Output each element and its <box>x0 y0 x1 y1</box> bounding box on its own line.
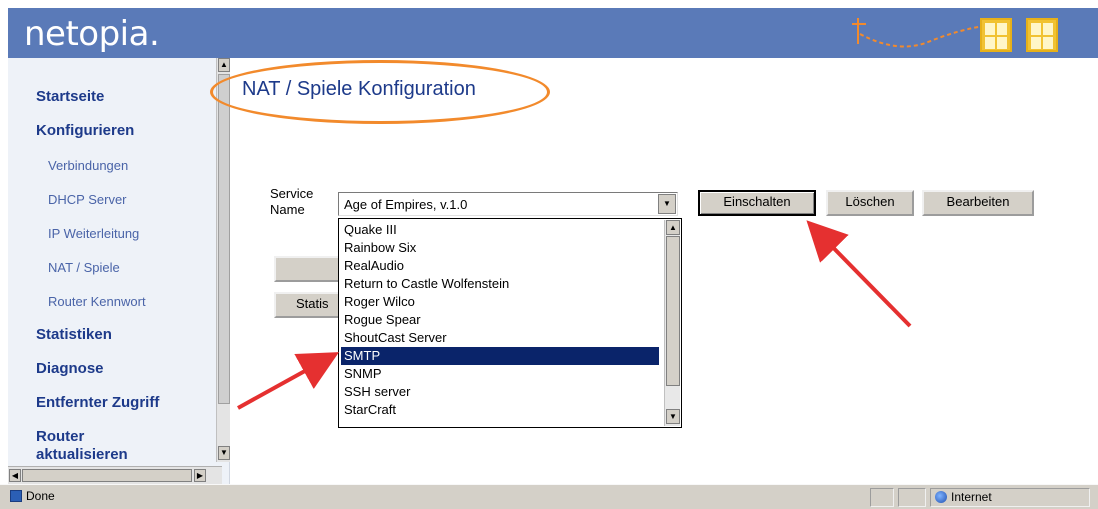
main-content: NAT / Spiele Konfiguration Service Name … <box>210 58 1098 484</box>
scroll-right-icon[interactable]: ▶ <box>194 469 206 482</box>
sidebar-item-konfigurieren[interactable]: Konfigurieren <box>36 122 134 139</box>
page-title: NAT / Spiele Konfiguration <box>242 78 476 100</box>
chevron-down-icon[interactable]: ▼ <box>658 194 676 214</box>
service-options-list[interactable]: Quake III Rainbow Six RealAudio Return t… <box>338 218 682 428</box>
sidebar-item-router-aktualisieren[interactable]: Router aktualisieren <box>36 428 156 464</box>
list-item[interactable]: Roger Wilco <box>341 293 659 311</box>
page-done-icon <box>10 490 22 502</box>
status-bar: Done Internet <box>0 484 1098 509</box>
select-value: Age of Empires, v.1.0 <box>344 197 468 212</box>
delete-button[interactable]: Löschen <box>826 190 914 216</box>
list-item[interactable]: StarCraft <box>341 401 659 419</box>
statistics-button[interactable]: Statis <box>274 292 344 318</box>
list-item[interactable]: RealAudio <box>341 257 659 275</box>
sidebar-item-verbindungen[interactable]: Verbindungen <box>48 158 128 173</box>
enable-button[interactable]: Einschalten <box>698 190 816 216</box>
edit-button[interactable]: Bearbeiten <box>922 190 1034 216</box>
sidebar-vertical-scrollbar[interactable]: ▲ ▼ <box>216 58 230 462</box>
sidebar-horizontal-scrollbar[interactable]: ◀ ▶ <box>8 466 222 484</box>
status-text: Done <box>26 489 55 503</box>
sidebar-item-entfernter-zugriff[interactable]: Entfernter Zugriff <box>36 394 159 411</box>
scroll-left-icon[interactable]: ◀ <box>9 469 21 482</box>
scroll-down-icon[interactable]: ▼ <box>666 409 680 424</box>
sidebar-item-router-kennwort[interactable]: Router Kennwort <box>48 294 146 309</box>
security-zone: Internet <box>930 488 1090 507</box>
list-item[interactable]: SSH server <box>341 383 659 401</box>
hscroll-thumb[interactable] <box>22 469 192 482</box>
list-scroll-thumb[interactable] <box>666 236 680 386</box>
sidebar-item-diagnose[interactable]: Diagnose <box>36 360 104 377</box>
sidebar-item-nat-spiele[interactable]: NAT / Spiele <box>48 260 120 275</box>
decorative-kite-icon <box>852 18 985 48</box>
list-item[interactable]: Rogue Spear <box>341 311 659 329</box>
list-item[interactable]: Return to Castle Wolfenstein <box>341 275 659 293</box>
status-panel <box>898 488 926 507</box>
list-item[interactable]: ShoutCast Server <box>341 329 659 347</box>
header-banner: netopia. <box>8 8 1098 58</box>
scroll-up-icon[interactable]: ▲ <box>218 58 230 72</box>
service-name-select[interactable]: Age of Empires, v.1.0 ▼ <box>338 192 678 216</box>
list-item-selected[interactable]: SMTP <box>341 347 659 365</box>
list-item[interactable]: Quake III <box>341 221 659 239</box>
list-item[interactable]: SNMP <box>341 365 659 383</box>
globe-icon <box>935 491 947 503</box>
service-name-label: Service Name <box>270 186 314 217</box>
zone-label: Internet <box>951 490 992 504</box>
sidebar-item-ip-weiterleitung[interactable]: IP Weiterleitung <box>48 226 139 241</box>
window-logo-icon <box>1026 18 1058 52</box>
list-item[interactable]: Rainbow Six <box>341 239 659 257</box>
scroll-thumb[interactable] <box>218 74 230 404</box>
sidebar-nav: Startseite Konfigurieren Verbindungen DH… <box>8 58 230 484</box>
status-panel <box>870 488 894 507</box>
netopia-logo: netopia. <box>24 14 160 54</box>
sidebar-item-startseite[interactable]: Startseite <box>36 88 104 105</box>
sidebar-item-dhcp-server[interactable]: DHCP Server <box>48 192 127 207</box>
list-scrollbar[interactable]: ▲ ▼ <box>664 220 680 426</box>
browser-window: netopia. Startseite Konfigurieren Verbin… <box>0 0 1098 509</box>
sidebar-item-statistiken[interactable]: Statistiken <box>36 326 112 343</box>
window-logo-icon <box>980 18 1012 52</box>
scroll-up-icon[interactable]: ▲ <box>666 220 680 235</box>
hidden-button[interactable] <box>274 256 344 282</box>
scroll-down-icon[interactable]: ▼ <box>218 446 230 460</box>
